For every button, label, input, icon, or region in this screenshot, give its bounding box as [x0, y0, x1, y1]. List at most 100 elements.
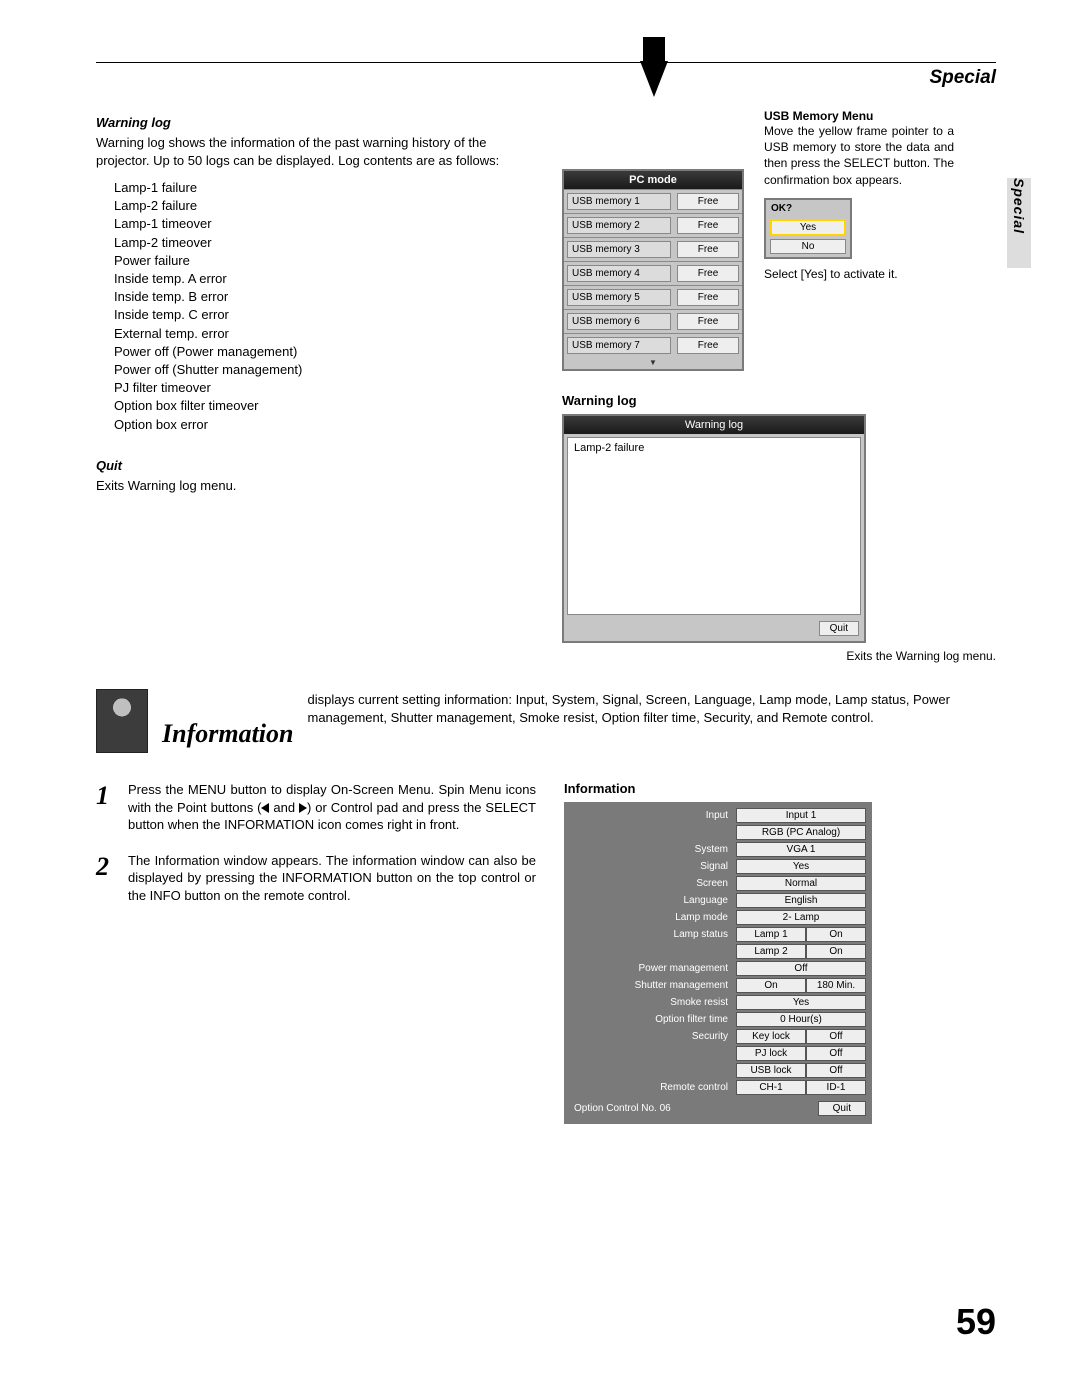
ip-value: 2- Lamp [736, 910, 866, 925]
side-tab: Special [1007, 178, 1031, 268]
ip-value: Lamp 2 [736, 944, 806, 959]
ip-value: On [806, 944, 866, 959]
warning-log-intro: Warning log shows the information of the… [96, 134, 536, 169]
ip-label: Option filter time [570, 1012, 736, 1027]
warning-log-body: Lamp-2 failure [567, 437, 861, 615]
warning-log-heading: Warning log [96, 115, 536, 130]
list-item: Option box filter timeover [114, 397, 536, 415]
list-item: Lamp-1 failure [114, 179, 536, 197]
ip-label: Signal [570, 859, 736, 874]
arrow-down-icon [640, 61, 668, 97]
information-panel: InputInput 1 RGB (PC Analog) SystemVGA 1… [564, 802, 872, 1124]
usb-memory-value: Free [677, 193, 739, 210]
usb-memory-footer: Select [Yes] to activate it. [764, 267, 954, 283]
pc-mode-menu: PC mode USB memory 1Free USB memory 2Fre… [562, 169, 744, 371]
ip-value: On [736, 978, 806, 993]
ip-value: RGB (PC Analog) [736, 825, 866, 840]
list-item: Inside temp. B error [114, 288, 536, 306]
ip-value: Off [736, 961, 866, 976]
ip-value: CH-1 [736, 1080, 806, 1095]
header-section-title: Special [96, 67, 996, 89]
ip-value: ID-1 [806, 1080, 866, 1095]
ip-label: Input [570, 808, 736, 823]
ip-label: System [570, 842, 736, 857]
usb-memory-value: Free [677, 289, 739, 306]
no-option[interactable]: No [770, 239, 846, 254]
usb-memory-value: Free [677, 337, 739, 354]
information-title: Information [162, 719, 294, 753]
ip-label: Shutter management [570, 978, 736, 993]
ip-label: Remote control [570, 1080, 736, 1095]
usb-memory-value: Free [677, 241, 739, 258]
ip-value: Yes [736, 859, 866, 874]
step-2-text: The Information window appears. The info… [128, 852, 536, 905]
usb-memory-label: USB memory 5 [567, 289, 671, 306]
list-item: Option box error [114, 416, 536, 434]
ip-label [570, 825, 736, 840]
page-number: 59 [956, 1301, 996, 1343]
list-item: Inside temp. C error [114, 306, 536, 324]
warning-log-section-label: Warning log [562, 393, 996, 408]
ok-label: OK? [766, 200, 850, 217]
usb-memory-text: Move the yellow frame pointer to a USB m… [764, 123, 954, 188]
side-tab-label: Special [1007, 178, 1031, 234]
ip-value: VGA 1 [736, 842, 866, 857]
usb-memory-row[interactable]: USB memory 6 Free [564, 309, 742, 333]
usb-memory-value: Free [677, 265, 739, 282]
info-quit-button[interactable]: Quit [818, 1101, 866, 1116]
list-item: Inside temp. A error [114, 270, 536, 288]
step-number-2: 2 [96, 852, 116, 905]
usb-memory-value: Free [677, 217, 739, 234]
ip-label: Lamp status [570, 927, 736, 942]
ip-label: Language [570, 893, 736, 908]
usb-memory-row[interactable]: USB memory 4 Free [564, 261, 742, 285]
ip-value: English [736, 893, 866, 908]
usb-memory-label: USB memory 7 [567, 337, 671, 354]
usb-memory-row[interactable]: USB memory 1Free [564, 189, 742, 213]
list-item: Lamp-2 timeover [114, 234, 536, 252]
confirmation-box: OK? Yes No [764, 198, 852, 259]
list-item: Power failure [114, 252, 536, 270]
ip-value: USB lock [736, 1063, 806, 1078]
list-item: Lamp-2 failure [114, 197, 536, 215]
usb-memory-label: USB memory 4 [567, 265, 671, 282]
top-rule [96, 62, 996, 63]
usb-memory-row[interactable]: USB memory 3Free [564, 237, 742, 261]
information-panel-label: Information [564, 781, 996, 796]
ip-value: Yes [736, 995, 866, 1010]
step-1-part-b: and [269, 800, 299, 815]
usb-memory-row[interactable]: USB memory 2 Free [564, 213, 742, 237]
quit-text: Exits Warning log menu. [96, 477, 536, 495]
list-item: Lamp-1 timeover [114, 215, 536, 233]
ip-value: Normal [736, 876, 866, 891]
ip-label: Screen [570, 876, 736, 891]
list-item: Power off (Power management) [114, 343, 536, 361]
scroll-down-icon[interactable]: ▼ [564, 357, 742, 369]
warning-log-list: Lamp-1 failure Lamp-2 failure Lamp-1 tim… [96, 179, 536, 434]
usb-memory-row[interactable]: USB memory 7 Free [564, 333, 742, 357]
usb-memory-label: USB memory 6 [567, 313, 671, 330]
ip-value: Off [806, 1029, 866, 1044]
warning-log-window-title: Warning log [564, 416, 864, 434]
usb-memory-row[interactable]: USB memory 5 Free [564, 285, 742, 309]
ip-value: Off [806, 1046, 866, 1061]
usb-memory-label: USB memory 2 [567, 217, 671, 234]
ip-value: Off [806, 1063, 866, 1078]
step-1-text: Press the MENU button to display On-Scre… [128, 781, 536, 834]
yes-option[interactable]: Yes [770, 219, 846, 236]
warning-log-quit-button[interactable]: Quit [819, 621, 859, 636]
option-control-label: Option Control No. 06 [570, 1103, 671, 1114]
warning-log-entry: Lamp-2 failure [574, 442, 644, 454]
ip-label: Power management [570, 961, 736, 976]
information-icon [96, 689, 148, 753]
ip-value: 0 Hour(s) [736, 1012, 866, 1027]
ip-value: Key lock [736, 1029, 806, 1044]
ip-value: 180 Min. [806, 978, 866, 993]
ip-label: Lamp mode [570, 910, 736, 925]
ip-value: PJ lock [736, 1046, 806, 1061]
warning-log-caption: Exits the Warning log menu. [562, 649, 996, 663]
ip-label: Smoke resist [570, 995, 736, 1010]
ip-value: Input 1 [736, 808, 866, 823]
usb-memory-value: Free [677, 313, 739, 330]
list-item: Power off (Shutter management) [114, 361, 536, 379]
